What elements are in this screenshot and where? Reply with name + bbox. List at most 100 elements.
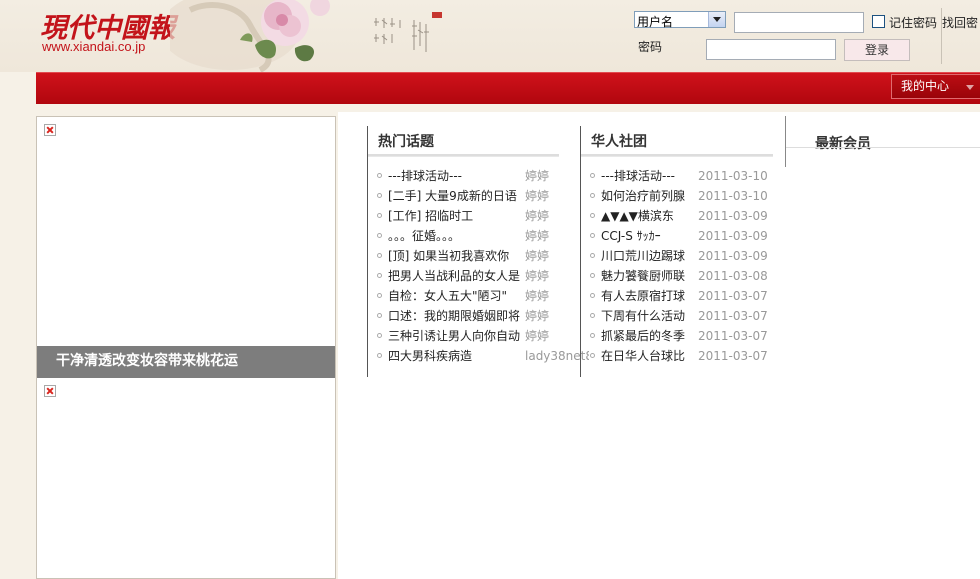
list-item[interactable]: [顶] 如果当初我喜欢你 婷婷 [377,246,557,266]
list-item-title[interactable]: ---排球活动--- [601,166,689,186]
list-item-date: 2011-03-09 [698,209,768,223]
list-item-title[interactable]: 。。。征婚。。。 [388,226,522,246]
list-item[interactable]: ---排球活动--- 婷婷 [377,166,557,186]
list-item-date: 2011-03-10 [698,169,768,183]
list-item-title[interactable]: [工作] 招临时工 [388,206,522,226]
bullet-icon [590,353,595,358]
chevron-down-icon[interactable] [708,12,725,27]
bullet-icon [377,293,382,298]
broken-image-icon [44,124,56,136]
password-input[interactable] [706,39,836,60]
bullet-icon [377,233,382,238]
list-item[interactable]: 川口荒川边踢球 2011-03-09 [590,246,775,266]
list-item-title[interactable]: 有人去原宿打球 [601,286,689,306]
list-item[interactable]: CCJ-S ｻｯｶｰ 2011-03-09 [590,226,775,246]
bullet-icon [377,333,382,338]
bullet-icon [377,313,382,318]
list-item-title[interactable]: 四大男科疾病造 [388,346,522,366]
bullet-icon [590,233,595,238]
list-item[interactable]: 在日华人台球比 2011-03-07 [590,346,775,366]
logo-url: www.xiandai.co.jp [42,39,146,54]
bullet-icon [377,353,382,358]
groups-title: 华人社团 [591,134,647,150]
my-center-label: 我的中心 [901,79,950,93]
list-item[interactable]: ---排球活动--- 2011-03-10 [590,166,775,186]
login-type-select[interactable]: 用户名 [634,11,726,29]
column-border [580,126,581,377]
remember-password-checkbox[interactable] [872,15,885,28]
bullet-icon [590,293,595,298]
list-item-date: 2011-03-07 [698,349,768,363]
list-item-date: 2011-03-09 [698,229,768,243]
list-item-title[interactable]: ---排球活动--- [388,166,522,186]
column-underline [368,154,559,157]
broken-image-icon [44,385,56,397]
list-item[interactable]: 下周有什么活动 2011-03-07 [590,306,775,326]
list-item-title[interactable]: [顶] 如果当初我喜欢你 [388,246,522,266]
list-item-title[interactable]: 自检：女人五大"陋习" [388,286,522,306]
ad-banner-2[interactable] [36,378,336,579]
my-center-menu[interactable]: 我的中心 [891,74,980,99]
find-password-link[interactable]: 找回密 [942,14,978,31]
list-item-date: 2011-03-07 [698,329,768,343]
members-title: 最新会员 [815,136,871,152]
list-item-date: 2011-03-07 [698,309,768,323]
list-item-title[interactable]: CCJ-S ｻｯｶｰ [601,226,689,246]
main-nav-bar [36,72,980,104]
bullet-icon [377,273,382,278]
list-item[interactable]: 自检：女人五大"陋习" 婷婷 [377,286,557,306]
bullet-icon [590,193,595,198]
login-button[interactable]: 登录 [844,39,910,61]
bullet-icon [590,333,595,338]
list-item-title[interactable]: 把男人当战利品的女人是 [388,266,522,286]
list-item-title[interactable]: 在日华人台球比 [601,346,689,366]
bullet-icon [590,313,595,318]
login-type-value: 用户名 [637,15,674,29]
site-header: 現代中國報 www.xiandai.co.jp 用户名 记住密码 找回密 密码 [0,0,980,72]
list-item-title[interactable]: 下周有什么活动 [601,306,689,326]
list-item[interactable]: 。。。征婚。。。 婷婷 [377,226,557,246]
list-item[interactable]: 口述：我的期限婚姻即将 婷婷 [377,306,557,326]
column-underline [581,154,773,157]
username-input[interactable] [734,12,864,33]
list-item[interactable]: [二手] 大量9成新的日语 婷婷 [377,186,557,206]
bullet-icon [377,193,382,198]
bullet-icon [590,273,595,278]
list-item[interactable]: 魅力饕餮厨师联 2011-03-08 [590,266,775,286]
site-logo[interactable]: 現代中國報 www.xiandai.co.jp [40,6,180,62]
list-item-title[interactable]: 川口荒川边踢球 [601,246,689,266]
list-item[interactable]: 三种引诱让男人向你自动 婷婷 [377,326,557,346]
list-item[interactable]: 四大男科疾病造lady38net8i [377,346,589,366]
remember-password-label: 记住密码 [889,16,938,30]
password-label: 密码 [638,40,663,54]
list-item[interactable]: [工作] 招临时工 婷婷 [377,206,557,226]
list-item-date: 2011-03-09 [698,249,768,263]
bullet-icon [590,213,595,218]
list-item-title[interactable]: 口述：我的期限婚姻即将 [388,306,522,326]
column-border [367,126,368,377]
list-item-title[interactable]: 抓紧最后的冬季 [601,326,689,346]
list-item-date: 2011-03-10 [698,189,768,203]
list-item-title[interactable]: [二手] 大量9成新的日语 [388,186,522,206]
list-item-date: 2011-03-07 [698,289,768,303]
list-item[interactable]: 把男人当战利品的女人是 婷婷 [377,266,557,286]
members-underline [786,147,980,148]
list-item-title[interactable]: 魅力饕餮厨师联 [601,266,689,286]
caret-down-icon [966,85,974,90]
ad-caption[interactable]: 干净清透改变妆容带来桃花运 [37,346,335,378]
list-item-title[interactable]: ▲▼▲▼横滨东 [601,206,689,226]
list-item-title[interactable]: 三种引诱让男人向你自动 [388,326,522,346]
list-item-title[interactable]: 如何治疗前列腺 [601,186,689,206]
hot-topics-title: 热门话题 [378,134,434,150]
ad-banner[interactable]: 干净清透改变妆容带来桃花运 [36,116,336,378]
bullet-icon [590,253,595,258]
bullet-icon [377,213,382,218]
hot-topics-list: ---排球活动--- 婷婷 [二手] 大量9成新的日语 婷婷 [工作] 招临时工 婷婷。。… [377,166,589,366]
list-item[interactable]: 如何治疗前列腺 2011-03-10 [590,186,775,206]
bullet-icon [377,253,382,258]
list-item[interactable]: 有人去原宿打球 2011-03-07 [590,286,775,306]
list-item[interactable]: 抓紧最后的冬季 2011-03-07 [590,326,775,346]
list-item[interactable]: ▲▼▲▼横滨东 2011-03-09 [590,206,775,226]
column-border [785,116,786,167]
groups-list: ---排球活动--- 2011-03-10 如何治疗前列腺 2011-03-10 ▲▼▲… [590,166,775,366]
